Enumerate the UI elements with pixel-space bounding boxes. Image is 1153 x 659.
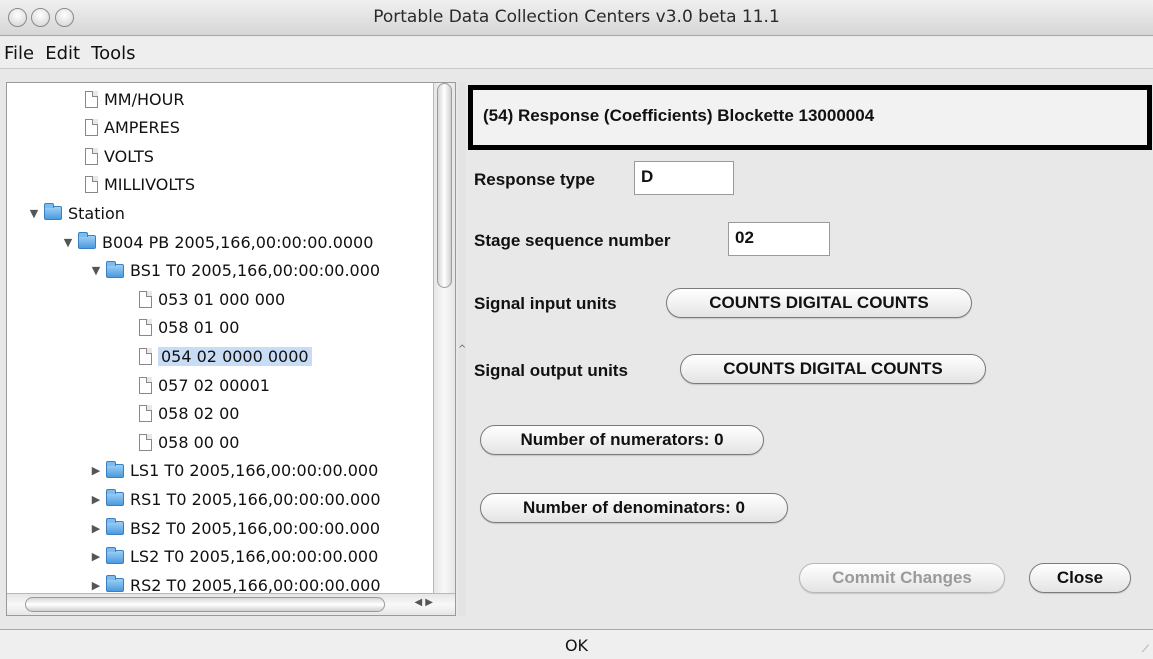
document-icon xyxy=(139,376,152,394)
collapsed-arrow-icon[interactable]: ▶ xyxy=(89,464,103,477)
tree-node-label: Station xyxy=(68,203,125,223)
folder-icon xyxy=(44,203,62,221)
collapsed-arrow-icon[interactable]: ▶ xyxy=(89,493,103,506)
menu-file[interactable]: File xyxy=(4,37,34,64)
tree-leaf-node[interactable]: 058 01 00 xyxy=(139,316,239,340)
tree-node-label: BS2 T0 2005,166,00:00:00.000 xyxy=(130,518,381,538)
document-icon xyxy=(139,290,152,308)
tree-node-label: 058 01 00 xyxy=(158,318,240,338)
tree-folder-node[interactable]: ▼ Station xyxy=(27,201,125,225)
expanded-arrow-icon[interactable]: ▼ xyxy=(61,236,75,249)
stage-sequence-field[interactable]: 02 xyxy=(728,222,830,256)
tree-node-label: 053 01 000 000 xyxy=(158,289,286,309)
close-button[interactable]: Close xyxy=(1029,563,1131,593)
collapsed-arrow-icon[interactable]: ▶ xyxy=(89,550,103,563)
folder-icon xyxy=(78,232,96,249)
tree-panel: MM/HOUR AMPERES VOLTS MILLIVOLTS ▼ Station ▼ B0… xyxy=(6,82,456,616)
tree-node-label: LS2 T0 2005,166,00:00:00.000 xyxy=(130,547,379,567)
blockette-title: (54) Response (Coefficients) Blockette 1… xyxy=(483,106,875,125)
document-icon xyxy=(85,90,98,108)
tree-folder-node[interactable]: ▼ BS1 T0 2005,166,00:00:00.000 xyxy=(89,259,380,283)
collapsed-arrow-icon[interactable]: ▶ xyxy=(89,522,103,535)
signal-input-units-label: Signal input units xyxy=(474,294,617,313)
folder-icon xyxy=(106,546,124,564)
tree-folder-node[interactable]: ▶ RS1 T0 2005,166,00:00:00.000 xyxy=(89,487,381,511)
folder-icon xyxy=(106,518,124,535)
signal-output-units-label: Signal output units xyxy=(474,361,628,380)
folder-icon xyxy=(106,489,124,507)
tree-leaf-node[interactable]: 054 02 0000 0000 xyxy=(139,344,312,368)
tree-node-label: AMPERES xyxy=(104,118,180,138)
document-icon xyxy=(139,347,152,365)
document-icon xyxy=(139,405,152,423)
tree-node-label: 057 02 00001 xyxy=(158,375,270,395)
tree-vertical-scrollbar[interactable] xyxy=(433,83,455,595)
commit-changes-button[interactable]: Commit Changes xyxy=(799,563,1005,593)
collapsed-arrow-icon[interactable]: ▶ xyxy=(89,579,103,592)
tree-folder-node[interactable]: ▶ LS2 T0 2005,166,00:00:00.000 xyxy=(89,545,378,569)
vertical-scroll-thumb[interactable] xyxy=(437,83,452,288)
signal-output-units-button[interactable]: COUNTS DIGITAL COUNTS xyxy=(680,354,986,384)
status-text: OK xyxy=(564,636,589,655)
expanded-arrow-icon[interactable]: ▼ xyxy=(27,207,41,220)
folder-icon xyxy=(106,575,124,593)
tree-node-label: RS2 T0 2005,166,00:00:00.000 xyxy=(130,575,381,595)
tree-node-label: MM/HOUR xyxy=(104,89,185,109)
resize-grip-icon[interactable]: ⟋ xyxy=(1142,644,1149,655)
tree-node-label: B004 PB 2005,166,00:00:00.0000 xyxy=(102,232,374,252)
scroll-arrows-icon[interactable]: ◀ ▶ xyxy=(414,597,433,608)
document-icon xyxy=(139,433,152,451)
tree-folder-node[interactable]: ▼ B004 PB 2005,166,00:00:00.0000 xyxy=(61,230,373,254)
tree-node-label: 054 02 0000 0000 xyxy=(158,346,312,366)
tree-leaf-node[interactable]: 057 02 00001 xyxy=(139,373,270,397)
expanded-arrow-icon[interactable]: ▼ xyxy=(89,264,103,277)
tree-node-label: LS1 T0 2005,166,00:00:00.000 xyxy=(130,461,379,481)
horizontal-scroll-thumb[interactable] xyxy=(25,597,385,612)
document-icon xyxy=(139,319,152,337)
title-bar: Portable Data Collection Centers v3.0 be… xyxy=(0,0,1153,36)
tree-leaf-node[interactable]: MILLIVOLTS xyxy=(85,173,195,197)
folder-icon xyxy=(106,260,124,278)
tree-node-label: RS1 T0 2005,166,00:00:00.000 xyxy=(130,489,381,509)
response-type-label: Response type xyxy=(474,170,595,189)
response-type-field[interactable]: D xyxy=(634,161,734,195)
blockette-header: (54) Response (Coefficients) Blockette 1… xyxy=(468,85,1152,150)
tree-leaf-node[interactable]: AMPERES xyxy=(85,116,180,140)
menu-edit[interactable]: Edit xyxy=(45,37,80,64)
menu-bar: File Edit Tools xyxy=(0,37,1153,69)
folder-icon xyxy=(106,460,124,478)
document-icon xyxy=(85,176,98,194)
form-panel: (54) Response (Coefficients) Blockette 1… xyxy=(466,82,1153,616)
menu-tools[interactable]: Tools xyxy=(91,37,135,64)
tree-node-label: BS1 T0 2005,166,00:00:00.000 xyxy=(130,261,381,281)
window-title: Portable Data Collection Centers v3.0 be… xyxy=(373,7,780,27)
document-icon xyxy=(85,119,98,137)
numerators-button[interactable]: Number of numerators: 0 xyxy=(480,425,764,455)
tree-leaf-node[interactable]: 053 01 000 000 xyxy=(139,287,285,311)
tree-leaf-node[interactable]: 058 00 00 xyxy=(139,430,239,454)
tree-leaf-node[interactable]: VOLTS xyxy=(85,144,154,168)
tree-node-label: MILLIVOLTS xyxy=(104,175,195,195)
stage-sequence-label: Stage sequence number xyxy=(474,231,671,250)
tree-folder-node[interactable]: ▶ BS2 T0 2005,166,00:00:00.000 xyxy=(89,516,380,540)
tree-node-label: VOLTS xyxy=(104,146,154,166)
tree-horizontal-scrollbar[interactable]: ◀ ▶ xyxy=(7,593,455,615)
signal-input-units-button[interactable]: COUNTS DIGITAL COUNTS xyxy=(666,288,972,318)
document-icon xyxy=(85,147,98,165)
tree-folder-node[interactable]: ▶ LS1 T0 2005,166,00:00:00.000 xyxy=(89,459,378,483)
tree-node-label: 058 00 00 xyxy=(158,432,240,452)
status-bar: OK ⟋ xyxy=(0,629,1153,659)
tree-leaf-node[interactable]: MM/HOUR xyxy=(85,87,184,111)
tree-leaf-node[interactable]: 058 02 00 xyxy=(139,402,239,426)
split-pane-divider[interactable]: ^ xyxy=(458,82,466,616)
denominators-button[interactable]: Number of denominators: 0 xyxy=(480,493,788,523)
tree-node-label: 058 02 00 xyxy=(158,404,240,424)
